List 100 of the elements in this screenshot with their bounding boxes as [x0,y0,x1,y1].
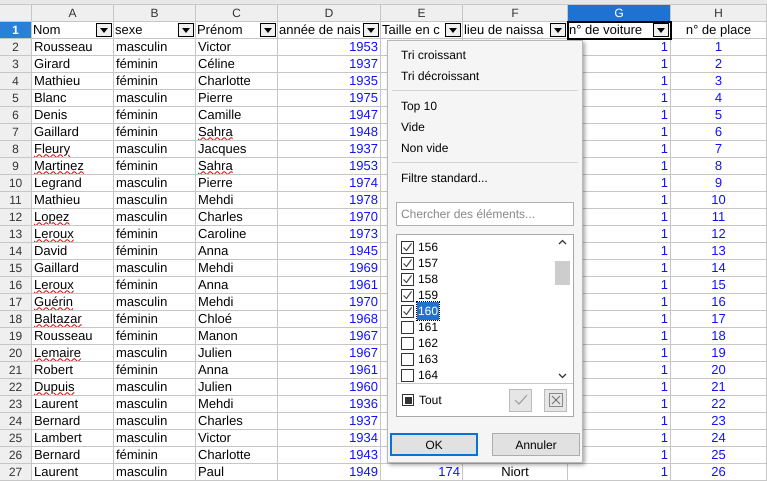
table-cell: masculin [116,192,168,208]
row-header[interactable]: 1 [0,22,32,39]
table-cell: 1 [660,90,668,106]
filter-dropdown-button[interactable] [260,23,276,37]
list-item[interactable]: 163 [417,350,440,368]
menu-item[interactable]: Vide [389,116,581,137]
row-header[interactable]: 9 [0,158,32,175]
column-header[interactable]: G [568,5,671,22]
table-cell: 1961 [349,362,378,378]
table-cell: 1934 [349,430,378,446]
table-cell: Rousseau [34,328,93,344]
row-header[interactable]: 21 [0,362,32,379]
column-header[interactable]: E [381,5,463,22]
table-cell: Mehdi [198,396,234,412]
table-cell: 12 [711,226,726,242]
list-item[interactable]: 164 [417,366,440,384]
checkbox[interactable] [401,320,414,334]
row-header[interactable]: 18 [0,311,32,328]
list-item[interactable]: 162 [417,334,440,352]
table-cell: féminin [116,362,158,378]
filter-dropdown-button[interactable] [178,23,194,37]
row-header[interactable]: 8 [0,141,32,158]
table-cell: masculin [116,379,168,395]
list-item[interactable]: 160 [417,302,440,320]
row-header[interactable]: 14 [0,243,32,260]
uncheck-all-button[interactable] [544,388,567,412]
menu-item[interactable]: Filtre standard... [389,167,581,188]
filter-dropdown-button[interactable] [550,23,566,37]
row-header[interactable]: 13 [0,226,32,243]
row-header[interactable]: 11 [0,192,32,209]
caret-icon [100,28,108,32]
table-cell: Lopez [34,210,70,225]
row-header[interactable]: 17 [0,294,32,311]
table-cell: 1 [660,430,668,446]
table-cell: Mehdi [198,260,234,276]
checkbox[interactable] [401,288,414,302]
column-header[interactable]: C [196,5,278,22]
table-cell: 1 [660,294,668,310]
column-header[interactable]: A [32,5,114,22]
checkbox[interactable] [401,256,414,270]
row-header[interactable]: 22 [0,379,32,396]
row-header[interactable]: 15 [0,260,32,277]
menu-item[interactable]: Non vide [389,137,581,158]
checkbox[interactable] [401,352,414,366]
table-cell: 6 [714,124,722,140]
menu-item[interactable]: Top 10 [389,95,581,116]
checkbox[interactable] [401,272,414,286]
table-cell: 17 [711,311,726,327]
table-cell: 1 [660,396,668,412]
table-cell: 1973 [349,226,378,242]
search-field[interactable]: Chercher des éléments... [396,202,574,226]
filter-dropdown-button[interactable] [653,23,669,37]
list-item[interactable]: 161 [417,318,440,336]
row-header[interactable]: 6 [0,107,32,124]
row-header[interactable]: 16 [0,277,32,294]
row-header[interactable]: 19 [0,328,32,345]
row-header[interactable]: 26 [0,447,32,464]
row-header[interactable]: 25 [0,430,32,447]
row-header[interactable]: 7 [0,124,32,141]
row-header[interactable]: 3 [0,56,32,73]
row-header[interactable]: 23 [0,396,32,413]
list-item[interactable]: 157 [417,254,440,272]
checkbox[interactable] [401,304,414,318]
list-item[interactable]: 159 [417,286,440,304]
checkbox[interactable] [401,336,414,350]
checkbox[interactable] [401,240,414,254]
table-cell: Robert [34,362,74,378]
row-header[interactable]: 2 [0,39,32,56]
scroll-down-icon[interactable] [558,373,567,379]
menu-item[interactable]: Tri décroissant [389,65,581,86]
filter-dropdown-button[interactable] [445,23,461,37]
cancel-button[interactable]: Annuler [492,433,580,456]
list-item[interactable]: 158 [417,270,440,288]
table-cell: Paul [198,464,224,480]
column-header[interactable]: B [114,5,196,22]
check-all-button[interactable] [509,388,532,412]
header-cell: année de nais [279,22,361,38]
menu-item[interactable]: Tri croissant [389,44,581,65]
row-header[interactable]: 20 [0,345,32,362]
checkbox[interactable] [401,368,414,382]
row-header[interactable]: 24 [0,413,32,430]
column-header[interactable]: F [463,5,568,22]
row-header[interactable]: 27 [0,464,32,481]
row-header[interactable]: 5 [0,90,32,107]
row-header[interactable]: 4 [0,73,32,90]
row-header[interactable]: 10 [0,175,32,192]
scroll-up-icon[interactable] [558,239,567,245]
table-cell: Lemaire [34,346,81,361]
column-header[interactable]: D [278,5,381,22]
table-cell: 1 [660,73,668,89]
ok-button[interactable]: OK [390,433,478,456]
row-header[interactable]: 12 [0,209,32,226]
list-item[interactable]: 156 [417,238,440,256]
column-header[interactable]: H [671,5,767,22]
table-cell: 1 [660,226,668,242]
scrollbar-thumb[interactable] [555,261,570,285]
checkbox[interactable] [402,394,414,406]
header-cell: lieu de naissa [464,22,544,38]
filter-dropdown-button[interactable] [363,23,379,37]
filter-dropdown-button[interactable] [96,23,112,37]
